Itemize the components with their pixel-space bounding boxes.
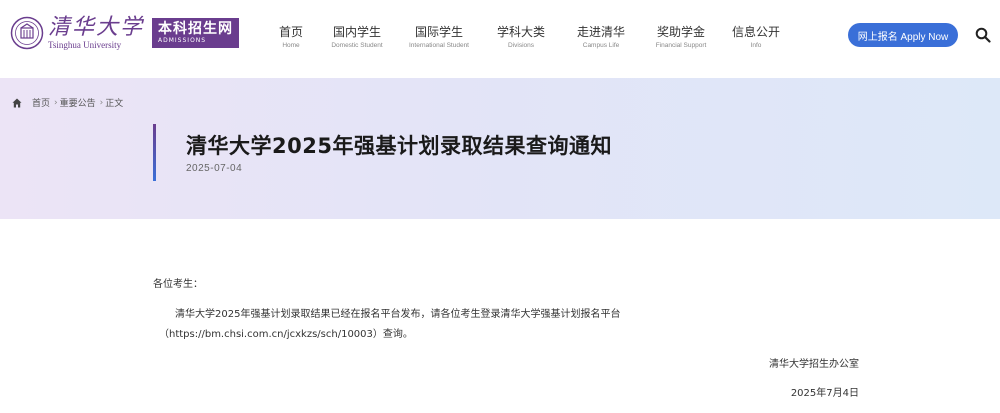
nav-item-label: 国际学生 — [414, 25, 463, 39]
university-seal-icon — [10, 16, 44, 50]
home-icon[interactable] — [12, 98, 22, 108]
site-header: 清华大学 Tsinghua University 本科招生网 ADMISSION… — [0, 0, 1000, 78]
nav-item-label: 首页 — [278, 25, 303, 39]
nav-item-sublabel: Financial Support — [655, 42, 707, 49]
nav-item-label: 国内学生 — [332, 25, 381, 39]
breadcrumb-item-announcements[interactable]: 重要公告 — [60, 96, 96, 109]
article-paragraph-link: （https://bm.chsi.com.cn/jcxkzs/sch/10003… — [159, 329, 413, 340]
nav-item-campus-life[interactable]: 走进清华 Campus Life — [562, 24, 640, 51]
admissions-badge-cn: 本科招生网 — [158, 21, 234, 37]
main-nav: 首页 Home 国内学生 Domestic Student 国际学生 Inter… — [266, 24, 790, 51]
nav-item-sublabel: International Student — [409, 42, 469, 49]
nav-item-info[interactable]: 信息公开 Info — [722, 24, 790, 51]
apply-now-button[interactable]: 网上报名 Apply Now — [848, 23, 958, 47]
nav-item-sublabel: Campus Life — [582, 42, 620, 49]
breadcrumb: 首页 › 重要公告 › 正文 — [12, 96, 123, 109]
article-date: 2025-07-04 — [186, 163, 243, 174]
nav-item-sublabel: Home — [282, 42, 300, 49]
article-greeting: 各位考生： — [153, 279, 203, 290]
breadcrumb-item-home[interactable]: 首页 — [32, 96, 50, 109]
title-accent-bar — [153, 124, 156, 181]
nav-item-sublabel: Info — [750, 42, 762, 49]
search-icon[interactable] — [975, 27, 991, 43]
chevron-right-icon: › — [54, 97, 58, 108]
nav-item-domestic-student[interactable]: 国内学生 Domestic Student — [316, 24, 398, 51]
article-paragraph: 清华大学2025年强基计划录取结果已经在报名平台发布，请各位考生登录清华大学强基… — [175, 309, 621, 320]
logo-chinese-name: 清华大学 — [48, 15, 145, 40]
nav-item-financial-support[interactable]: 奖助学金 Financial Support — [640, 24, 722, 51]
breadcrumb-item-current: 正文 — [105, 99, 124, 109]
nav-item-label: 奖助学金 — [656, 25, 705, 39]
article-body: 各位考生： 清华大学2025年强基计划录取结果已经在报名平台发布，请各位考生登录… — [0, 219, 1000, 413]
signature-date: 2025年7月4日 — [790, 388, 859, 399]
nav-item-divisions[interactable]: 学科大类 Divisions — [480, 24, 562, 51]
article-title: 清华大学2025年强基计划录取结果查询通知 — [186, 134, 612, 158]
chevron-right-icon: › — [99, 97, 104, 108]
nav-item-sublabel: Divisions — [507, 42, 534, 49]
nav-item-label: 走进清华 — [576, 25, 625, 39]
article-banner: 首页 › 重要公告 › 正文 清华大学2025年强基计划录取结果查询通知 202… — [0, 78, 1000, 219]
nav-item-label: 信息公开 — [731, 25, 780, 39]
nav-item-label: 学科大类 — [496, 25, 545, 39]
admissions-badge[interactable]: 本科招生网 ADMISSIONS — [152, 18, 240, 48]
logo-english-name: Tsinghua University — [48, 40, 122, 50]
admissions-badge-en: ADMISSIONS — [158, 37, 207, 44]
nav-item-home[interactable]: 首页 Home — [266, 24, 316, 51]
nav-item-international-student[interactable]: 国际学生 International Student — [398, 24, 480, 51]
site-logo[interactable]: 清华大学 Tsinghua University 本科招生网 ADMISSION… — [10, 15, 240, 51]
signature-organization: 清华大学招生办公室 — [769, 359, 859, 370]
logo-text: 清华大学 Tsinghua University — [48, 15, 145, 51]
nav-item-sublabel: Domestic Student — [331, 42, 383, 49]
